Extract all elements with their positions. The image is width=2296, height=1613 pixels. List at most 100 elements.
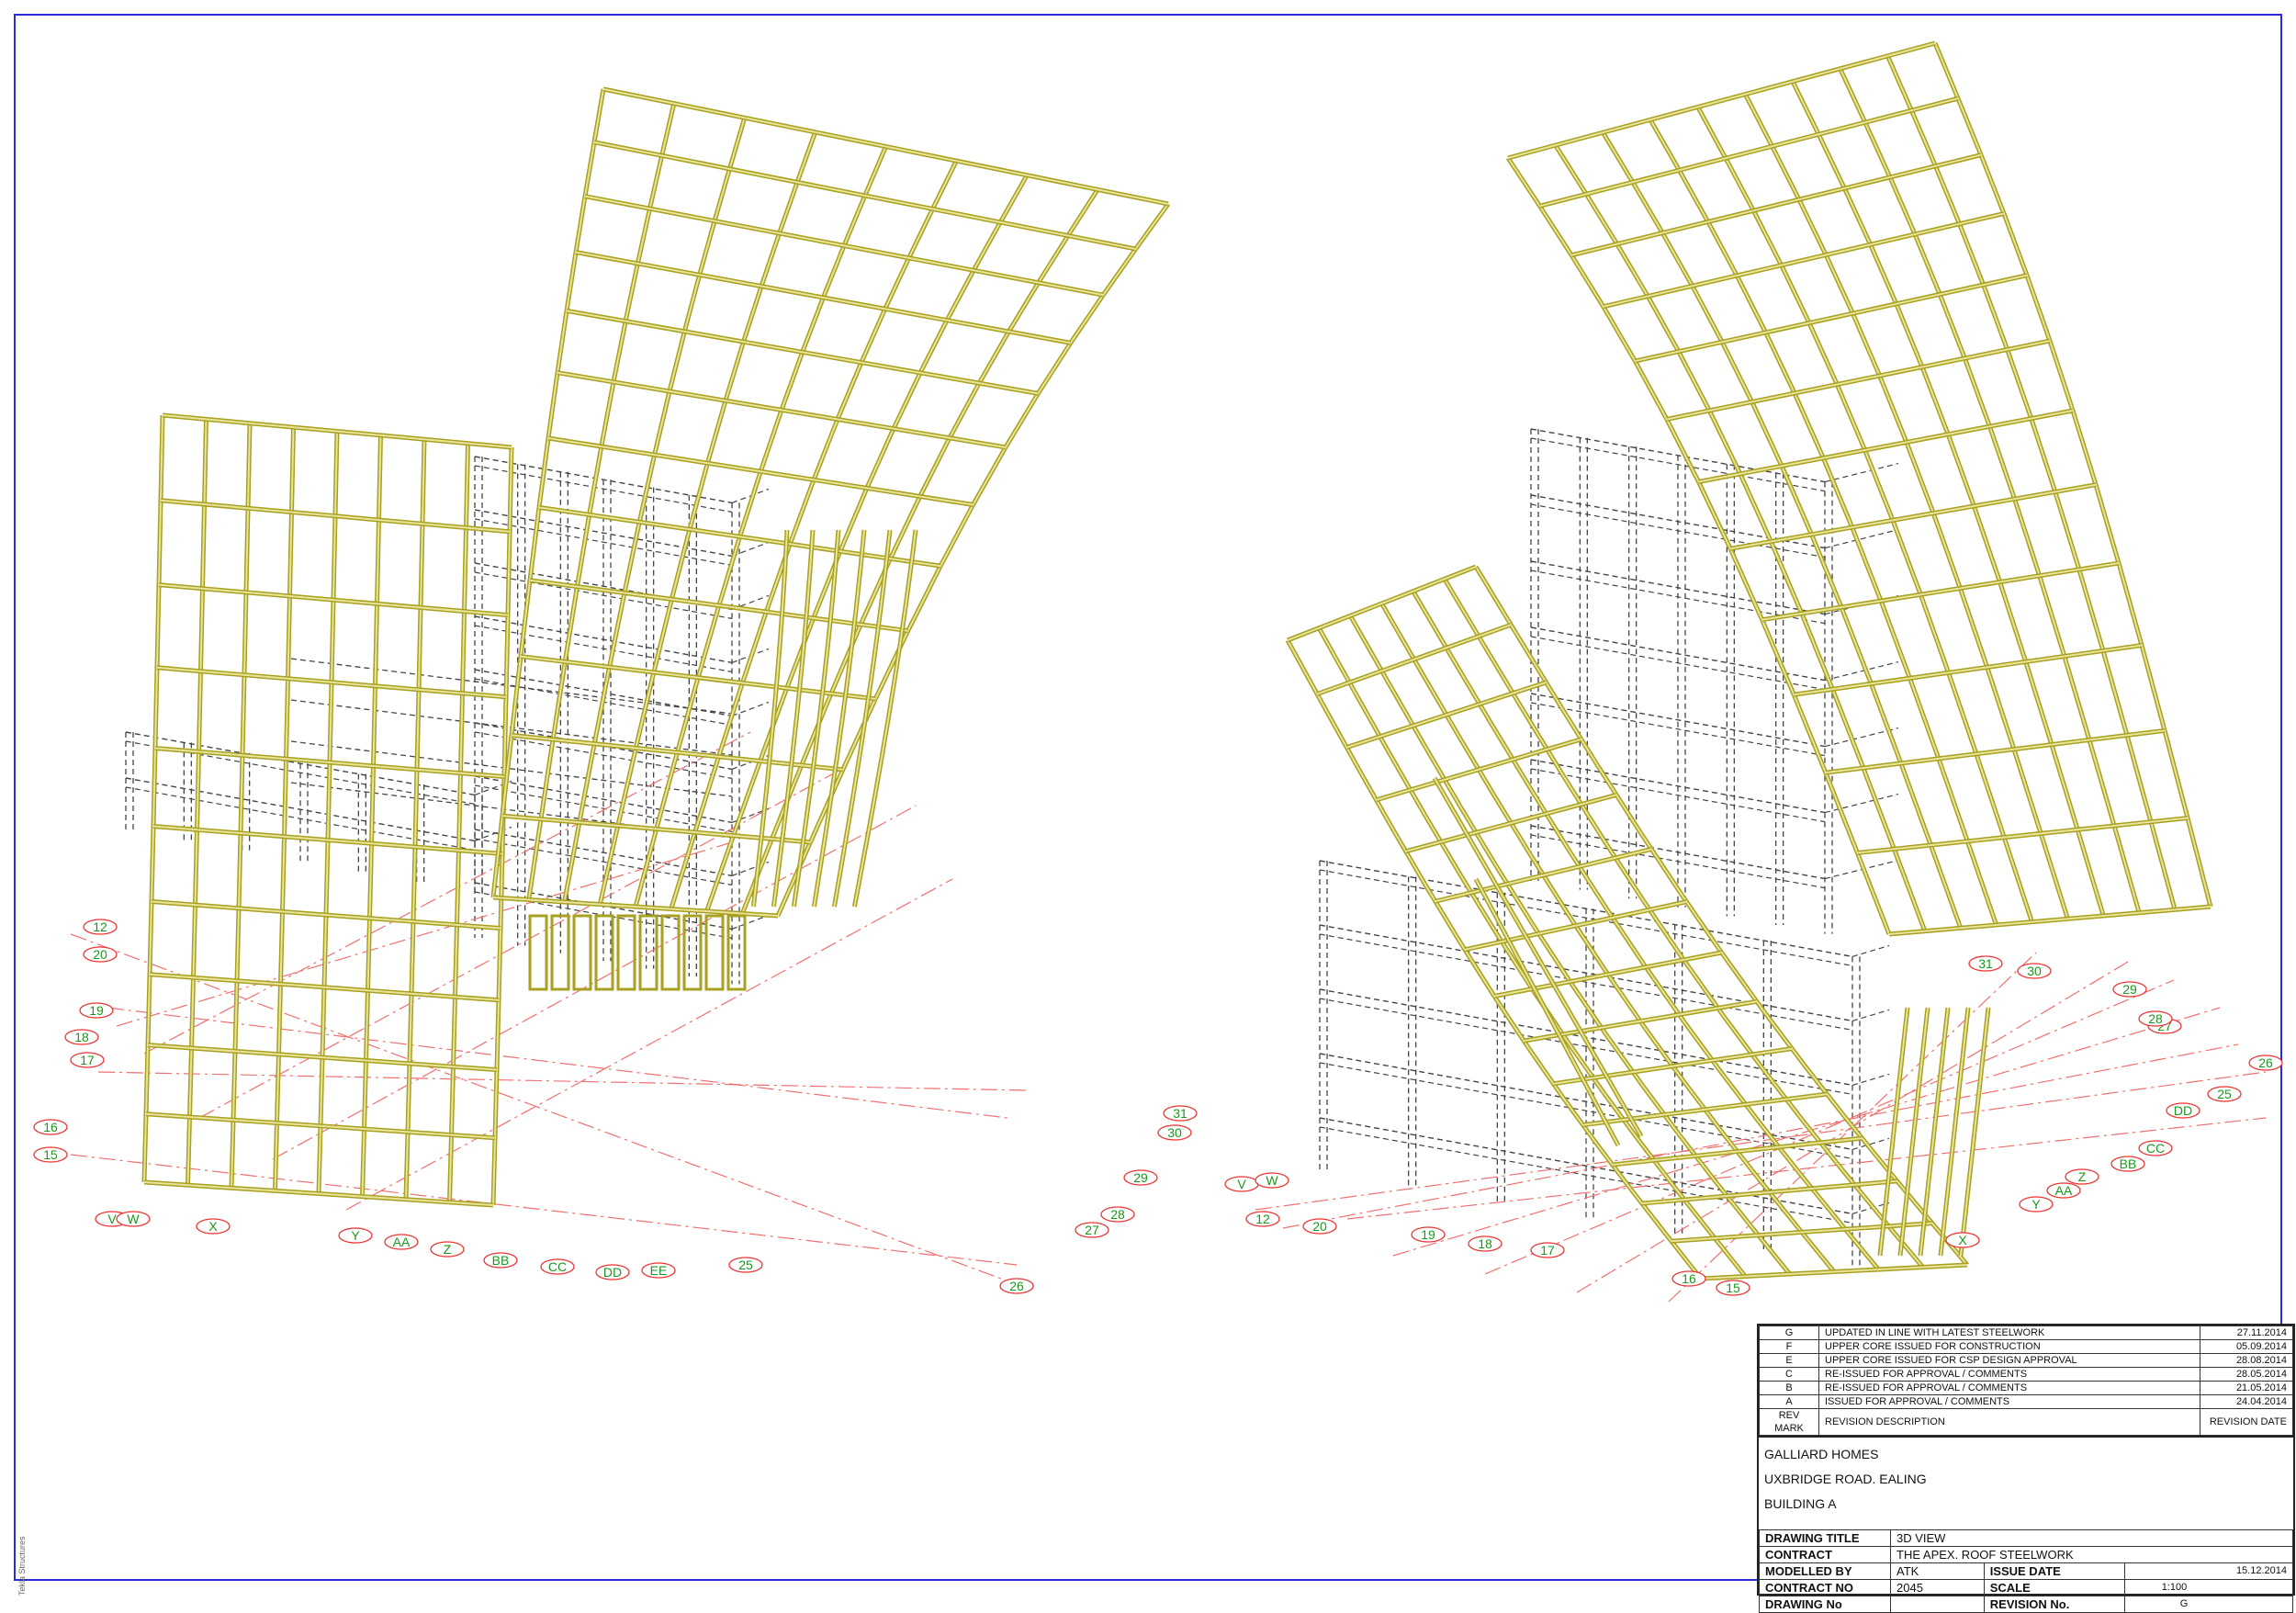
steel-member-core: [2003, 837, 2033, 922]
grid-tag-EE: EE: [641, 1262, 676, 1279]
grid-tag-17: 17: [70, 1052, 105, 1068]
steel-member-core: [822, 245, 846, 299]
steel-member-core: [1725, 157, 1755, 211]
steel-member-core: [599, 825, 619, 905]
steel-member-core: [1808, 322, 1839, 385]
grid-tag-label: 17: [80, 1053, 95, 1067]
steel-member-core: [853, 868, 863, 908]
steel-member-core: [1986, 667, 2015, 750]
steel-member-core: [593, 666, 611, 744]
steel-member-core: [636, 208, 651, 265]
revision-header-row: REV MARK REVISION DESCRIPTION REVISION D…: [1759, 1408, 2293, 1436]
steel-member-core: [1554, 144, 1588, 195]
steel-member-core: [1615, 243, 1649, 298]
steel-member-core: [728, 117, 746, 170]
left-3d-view: [70, 86, 1171, 1289]
revision-desc: UPPER CORE ISSUED FOR CONSTRUCTION: [1818, 1339, 2200, 1354]
steel-member-core: [1800, 613, 1834, 690]
steel-member-core: [1793, 694, 1827, 773]
steel-member-core: [1973, 505, 2001, 582]
grid-tag-19: 19: [79, 1002, 114, 1019]
steel-member-core: [1947, 434, 1975, 507]
steel-member-core: [1605, 1034, 1645, 1088]
steel-member-core: [683, 275, 701, 333]
steel-member-core: [2012, 749, 2043, 834]
steel-member-core: [1988, 425, 2016, 500]
steel-member-core: [1862, 767, 1896, 850]
floor-slab-edge: [474, 826, 512, 841]
steel-member-core: [1570, 254, 1604, 308]
steel-member-core: [2072, 410, 2097, 486]
steel-member-core: [1836, 384, 1866, 451]
issue-date-label: ISSUE DATE: [1983, 1562, 2125, 1580]
steel-member-core: [638, 454, 656, 523]
steel-member-core: [1856, 852, 1890, 935]
steel-member-core: [1869, 243, 1897, 305]
steel-member-core: [1739, 473, 1773, 542]
steel-member-core: [670, 529, 691, 600]
steel-member-core: [1934, 42, 1959, 99]
steel-member-core: [949, 382, 981, 439]
steel-member-core: [1596, 1144, 1633, 1191]
grid-tag-15: 15: [1716, 1280, 1750, 1296]
steel-member-core: [918, 437, 951, 497]
steel-member-core: [1825, 729, 2166, 774]
grid-tag-20: 20: [83, 946, 118, 963]
steel-member-core: [1531, 857, 1571, 919]
steel-member-core: [738, 470, 762, 537]
grid-tag-X: X: [1945, 1232, 1980, 1248]
steel-member-core: [1908, 677, 1940, 760]
steel-member-core: [1722, 1015, 1764, 1071]
steel-member-core: [1666, 419, 1700, 482]
software-credit: Tekla Structures: [17, 1536, 27, 1596]
steel-member-core: [1893, 848, 1926, 932]
grid-tag-label: 26: [2258, 1055, 2273, 1070]
rev-desc-header: REVISION DESCRIPTION: [1818, 1408, 2200, 1436]
grid-tag-label: CC: [2146, 1141, 2165, 1156]
steel-member-core: [1677, 351, 1711, 412]
drawing-no-value: [1890, 1596, 1985, 1613]
grid-tag-label: 19: [1421, 1227, 1435, 1242]
grid-line: [97, 1071, 1027, 1091]
grid-tag-W: W: [1255, 1172, 1289, 1189]
steel-member-core: [2088, 739, 2116, 827]
grid-tag-W: W: [116, 1211, 151, 1227]
floor-slab-edge: [1824, 463, 1899, 483]
steel-member-core: [1602, 131, 1634, 183]
steel-member-core: [837, 362, 862, 420]
grid-tag-label: V: [107, 1212, 117, 1226]
revision-desc: UPPER CORE ISSUED FOR CSP DESIGN APPROVA…: [1818, 1353, 2200, 1368]
grid-tag-label: 29: [2122, 982, 2137, 997]
steel-member-core: [919, 320, 948, 374]
grid-tag-label: 25: [2217, 1087, 2232, 1101]
grid-tag-label: 16: [1682, 1271, 1696, 1286]
grid-tag-label: 30: [1167, 1125, 1182, 1140]
steel-member-core: [1729, 483, 2097, 550]
steel-member-core: [660, 103, 675, 156]
rev-date-header: REVISION DATE: [2200, 1408, 2293, 1436]
steel-member-core: [865, 428, 895, 489]
steel-member-core: [1959, 588, 1988, 668]
steel-member-core: [1857, 817, 2189, 854]
steel-member-core: [1721, 341, 1753, 402]
steel-member-core: [999, 175, 1029, 223]
steel-member-core: [584, 141, 595, 197]
steel-member-core: [1134, 203, 1169, 250]
steel-member-core: [714, 168, 731, 221]
steel-member-core: [1921, 367, 1950, 435]
steel-member-core: [2006, 349, 2032, 419]
steel-member-core: [1895, 303, 1923, 367]
steel-member-core: [2024, 661, 2053, 745]
steel-member-core: [655, 751, 679, 829]
grid-tag-label: DD: [603, 1265, 622, 1280]
grid-tag-30: 30: [2017, 963, 2052, 979]
grid-tag-label: 31: [1173, 1106, 1187, 1121]
steel-member-core: [1899, 762, 1932, 846]
steel-member-core: [1729, 547, 1763, 621]
steel-member-core: [1321, 702, 1357, 766]
steel-member-core: [705, 835, 735, 912]
steel-member-core: [1800, 1174, 1840, 1224]
steel-member-core: [1698, 410, 2074, 483]
steel-member-core: [588, 446, 602, 515]
steel-member-core: [781, 352, 804, 411]
